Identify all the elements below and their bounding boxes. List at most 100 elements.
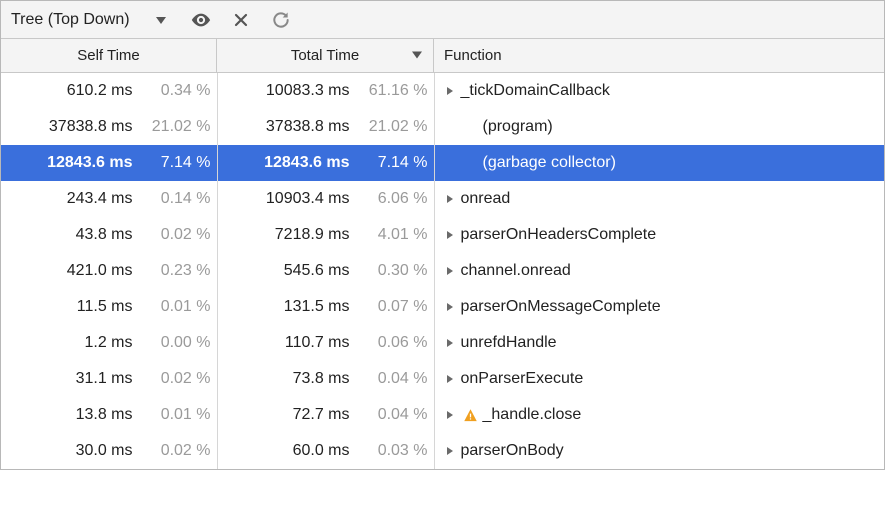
toolbar: Tree (Top Down) [1,1,884,39]
total-time-pct: 61.16 % [354,82,428,100]
table-row[interactable]: 30.0 ms0.02 %60.0 ms0.03 % parserOnBody [1,433,884,469]
table-row[interactable]: 1.2 ms0.00 %110.7 ms0.06 %unrefdHandle [1,325,884,361]
total-time-ms: 10903.4 ms [266,190,350,208]
total-time-cell: 110.7 ms0.06 % [217,325,434,361]
total-time-ms: 131.5 ms [284,298,350,316]
self-time-cell: 11.5 ms0.01 % [1,289,217,325]
self-time-cell: 30.0 ms0.02 % [1,433,217,469]
self-time-ms: 37838.8 ms [49,118,133,136]
eye-icon[interactable] [190,9,212,31]
column-header-label: Total Time [291,47,359,64]
function-name: parserOnBody [461,442,564,460]
self-time-ms: 11.5 ms [77,298,133,316]
self-time-ms: 13.8 ms [76,406,133,424]
column-header-label: Function [444,47,502,64]
self-time-cell: 43.8 ms0.02 % [1,217,217,253]
column-header-self-time[interactable]: Self Time [1,39,217,72]
self-time-ms: 12843.6 ms [47,154,132,172]
total-time-ms: 545.6 ms [284,262,350,280]
sort-descending-icon [411,47,423,64]
table-row[interactable]: 11.5 ms0.01 %131.5 ms0.07 %parserOnMessa… [1,289,884,325]
total-time-pct: 7.14 % [354,154,428,172]
function-name: parserOnMessageComplete [461,298,661,316]
self-time-cell: 31.1 ms0.02 % [1,361,217,397]
profiler-tree-panel: Tree (Top Down) Self Time Total Time Fun… [0,0,885,470]
table-row[interactable]: 610.2 ms0.34 %10083.3 ms61.16 %_tickDoma… [1,73,884,109]
total-time-ms: 60.0 ms [293,442,350,460]
function-name: onread [461,190,511,208]
self-time-ms: 43.8 ms [76,226,133,244]
self-time-pct: 0.00 % [137,334,211,352]
self-time-cell: 37838.8 ms21.02 % [1,109,217,145]
expand-icon[interactable] [443,444,457,458]
expand-icon[interactable] [443,192,457,206]
function-cell: (garbage collector) [434,145,884,181]
function-cell: onParserExecute [434,361,884,397]
self-time-pct: 0.14 % [137,190,211,208]
total-time-ms: 12843.6 ms [264,154,349,172]
total-time-pct: 0.04 % [354,370,428,388]
expand-icon[interactable] [443,408,457,422]
expand-icon[interactable] [443,300,457,314]
total-time-cell: 10903.4 ms6.06 % [217,181,434,217]
expand-icon[interactable] [443,84,457,98]
function-cell: parserOnBody [434,433,884,469]
column-header-function[interactable]: Function [434,39,884,72]
table-row[interactable]: 421.0 ms0.23 %545.6 ms0.30 %channel.onre… [1,253,884,289]
function-cell: onread [434,181,884,217]
function-name: parserOnHeadersComplete [461,226,657,244]
self-time-ms: 421.0 ms [67,262,133,280]
close-icon[interactable] [230,9,252,31]
column-header-label: Self Time [77,47,140,64]
total-time-ms: 10083.3 ms [266,82,350,100]
total-time-cell: 10083.3 ms61.16 % [217,73,434,109]
expand-icon[interactable] [443,336,457,350]
function-cell: parserOnMessageComplete [434,289,884,325]
total-time-cell: 12843.6 ms 7.14 % [217,145,434,181]
total-time-ms: 37838.8 ms [266,118,350,136]
expand-icon[interactable] [443,264,457,278]
total-time-pct: 0.30 % [354,262,428,280]
profiler-table: 610.2 ms0.34 %10083.3 ms61.16 %_tickDoma… [1,73,884,469]
expand-icon[interactable] [443,372,457,386]
table-row[interactable]: 31.1 ms0.02 %73.8 ms0.04 %onParserExecut… [1,361,884,397]
total-time-cell: 73.8 ms0.04 % [217,361,434,397]
self-time-cell: 13.8 ms0.01 % [1,397,217,433]
table-row[interactable]: 37838.8 ms21.02 %37838.8 ms21.02 %(progr… [1,109,884,145]
table-row[interactable]: 13.8 ms0.01 %72.7 ms0.04 %_handle.close [1,397,884,433]
total-time-cell: 545.6 ms0.30 % [217,253,434,289]
view-mode-dropdown-icon[interactable] [150,9,172,31]
self-time-pct: 0.23 % [137,262,211,280]
total-time-ms: 73.8 ms [293,370,350,388]
total-time-cell: 60.0 ms0.03 % [217,433,434,469]
self-time-pct: 0.01 % [137,298,211,316]
self-time-pct: 0.01 % [137,406,211,424]
function-name: (program) [483,118,553,136]
total-time-pct: 0.04 % [354,406,428,424]
function-name: channel.onread [461,262,571,280]
function-cell: _handle.close [434,397,884,433]
refresh-icon[interactable] [270,9,292,31]
self-time-cell: 1.2 ms0.00 % [1,325,217,361]
self-time-ms: 243.4 ms [67,190,133,208]
self-time-pct: 0.02 % [137,226,211,244]
total-time-pct: 4.01 % [354,226,428,244]
total-time-ms: 110.7 ms [285,334,350,352]
total-time-ms: 72.7 ms [293,406,350,424]
function-cell: unrefdHandle [434,325,884,361]
self-time-cell: 421.0 ms0.23 % [1,253,217,289]
self-time-ms: 610.2 ms [67,82,133,100]
function-name: onParserExecute [461,370,584,388]
table-row[interactable]: 43.8 ms0.02 % 7218.9 ms4.01 % parserOnHead… [1,217,884,253]
view-mode-label[interactable]: Tree (Top Down) [11,11,130,29]
total-time-cell: 72.7 ms0.04 % [217,397,434,433]
function-cell: channel.onread [434,253,884,289]
table-row[interactable]: 12843.6 ms 7.14 % 12843.6 ms 7.14 % (garbage… [1,145,884,181]
total-time-pct: 0.06 % [354,334,428,352]
self-time-pct: 7.14 % [137,154,211,172]
column-header-total-time[interactable]: Total Time [217,39,434,72]
table-row[interactable]: 243.4 ms0.14 % 10903.4 ms6.06 % onread [1,181,884,217]
total-time-ms: 7218.9 ms [275,226,350,244]
expand-icon[interactable] [443,228,457,242]
total-time-pct: 6.06 % [354,190,428,208]
